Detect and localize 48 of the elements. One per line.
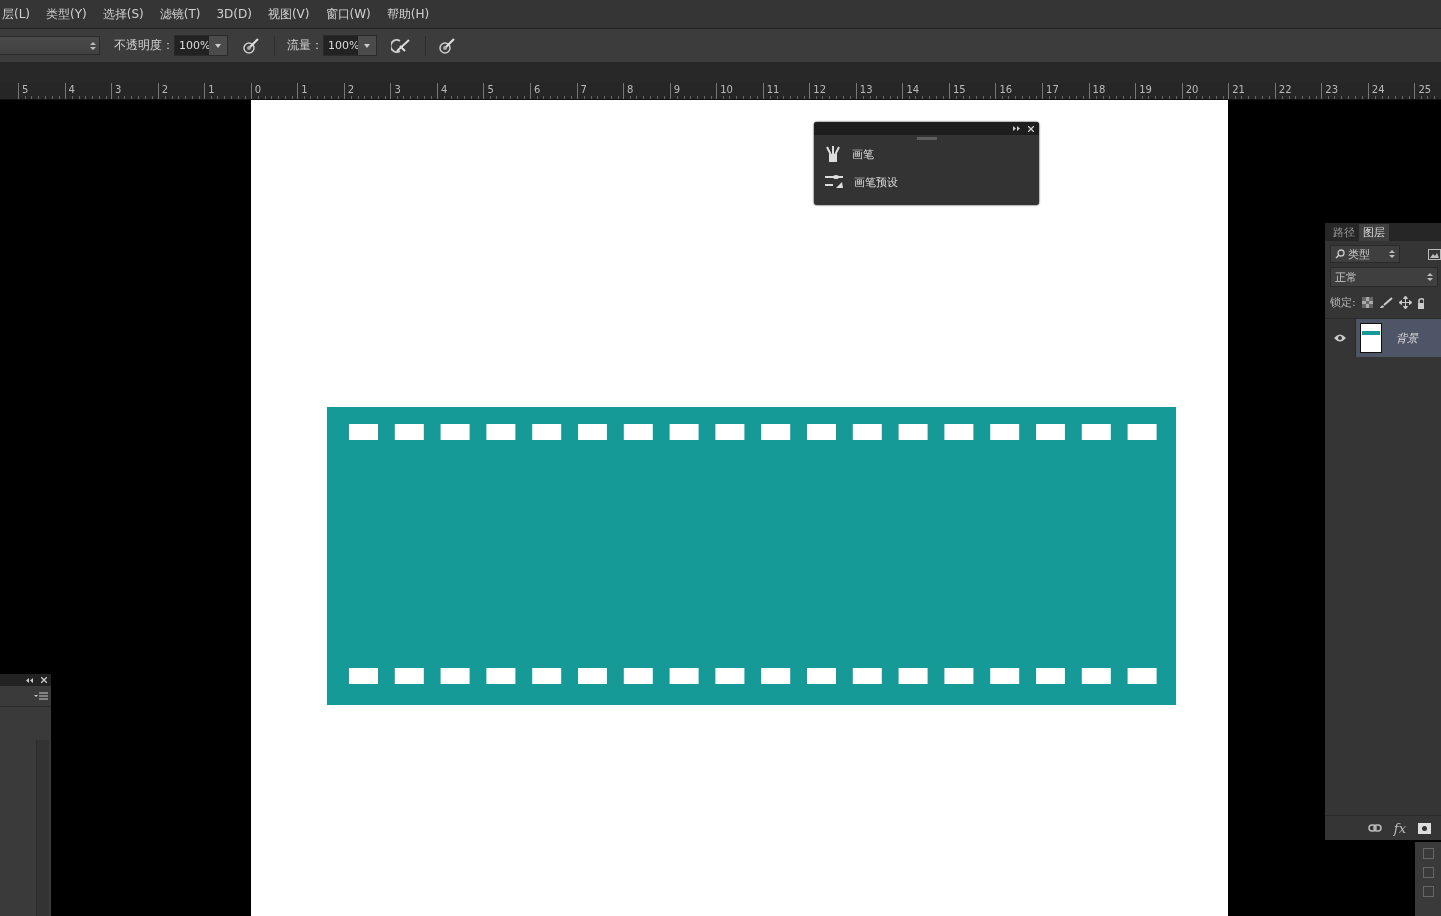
pressure-opacity-icon[interactable]	[242, 36, 260, 55]
grip-icon[interactable]	[916, 137, 937, 140]
expand-icon[interactable]	[26, 677, 33, 683]
menu-item[interactable]: 层(L)	[0, 5, 39, 23]
stepper-icon	[90, 40, 96, 51]
opacity-label: 不透明度：	[114, 37, 174, 54]
close-icon[interactable]	[1028, 125, 1034, 132]
collapse-icon[interactable]	[1013, 126, 1020, 131]
close-icon[interactable]	[41, 677, 47, 683]
stepper-icon	[1389, 249, 1395, 259]
flow-label: 流量：	[287, 37, 323, 54]
search-icon	[1335, 249, 1345, 259]
brush-icon[interactable]	[1378, 296, 1393, 309]
panel-tab[interactable]: 图层	[1359, 224, 1389, 241]
layer-row[interactable]: 背景	[1355, 319, 1441, 357]
caret-icon	[215, 43, 221, 48]
effects-button[interactable]: fx	[1393, 820, 1406, 836]
stepper-icon	[1427, 272, 1433, 282]
menu-item[interactable]: 滤镜(T)	[151, 5, 209, 23]
blend-mode-dropdown[interactable]: 正常	[1330, 267, 1438, 287]
caret-icon	[364, 43, 370, 48]
brushes-icon	[824, 145, 842, 163]
opacity-field[interactable]: 100%	[174, 35, 228, 56]
menu-item[interactable]: 类型(Y)	[38, 5, 95, 23]
brush-presets-icon	[824, 174, 844, 190]
move-icon[interactable]	[1398, 296, 1412, 309]
pressure-size-icon[interactable]	[438, 36, 456, 55]
menu-item[interactable]: 3D(D)	[208, 7, 260, 21]
airbrush-icon[interactable]	[391, 37, 411, 54]
mask-icon[interactable]	[1418, 822, 1431, 834]
menu-item[interactable]: 帮助(H)	[378, 5, 438, 23]
eye-icon[interactable]	[1334, 334, 1346, 342]
panel-menu-icon[interactable]	[34, 692, 48, 700]
layer-name: 背景	[1396, 330, 1418, 346]
panel-item[interactable]: 画笔	[814, 140, 1039, 168]
lock-transparency-icon[interactable]	[1361, 297, 1373, 308]
menu-item[interactable]: 选择(S)	[94, 5, 152, 23]
panel-tab[interactable]: 路径	[1329, 224, 1359, 241]
filter-dropdown[interactable]: 类型	[1330, 245, 1400, 263]
flow-field[interactable]: 100%	[323, 35, 377, 56]
lock-icon[interactable]	[1417, 296, 1424, 309]
lock-label: 锁定:	[1330, 295, 1356, 310]
menu-item[interactable]: 视图(V)	[259, 5, 318, 23]
panel-item[interactable]: 画笔预设	[814, 168, 1039, 196]
link-icon[interactable]	[1367, 824, 1382, 832]
menu-item[interactable]: 窗口(W)	[317, 5, 379, 23]
layer-thumbnail	[1360, 323, 1382, 353]
image-icon[interactable]	[1428, 248, 1441, 260]
